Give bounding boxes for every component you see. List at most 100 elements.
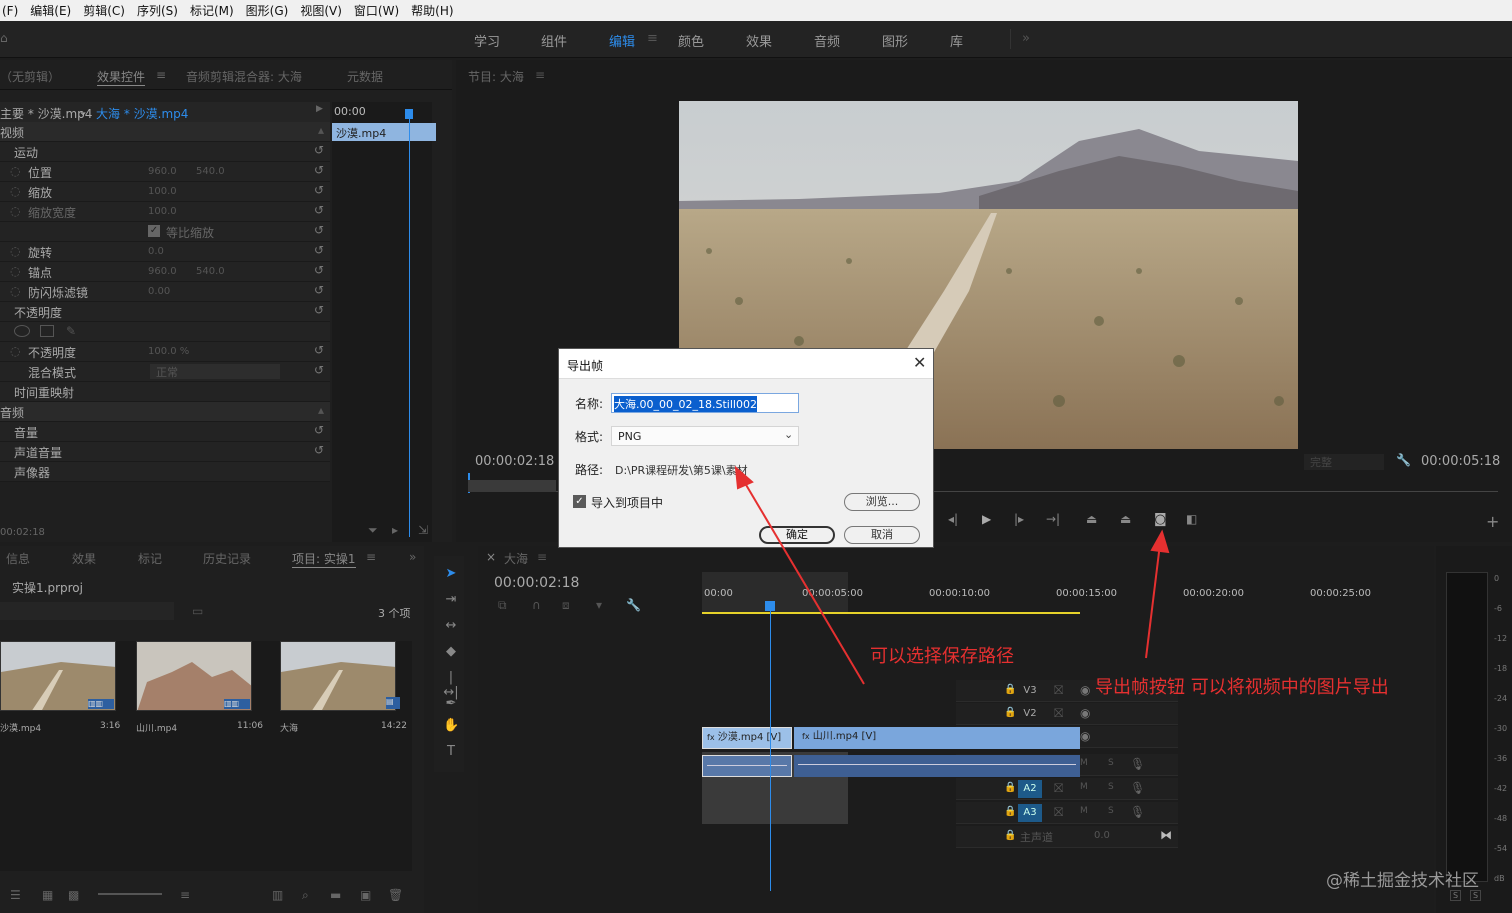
- opacity-group-label[interactable]: 不透明度: [14, 304, 62, 321]
- tab-project[interactable]: 项目: 实操1: [292, 550, 356, 568]
- tab-effect-controls[interactable]: 效果控件: [97, 68, 146, 86]
- time-ruler[interactable]: 00:00 00:00:05:00 00:00:10:00 00:00:15:0…: [702, 572, 1408, 614]
- snap-icon[interactable]: ∩: [532, 598, 541, 612]
- linked-selection-icon[interactable]: ⧈: [562, 598, 570, 613]
- project-search-input[interactable]: [0, 602, 174, 620]
- cancel-button[interactable]: 取消: [844, 526, 920, 544]
- find-icon[interactable]: ⌕: [302, 888, 309, 903]
- browse-button[interactable]: 浏览...: [844, 493, 920, 511]
- play-triangle-icon[interactable]: ▶: [316, 104, 323, 114]
- wrench-icon[interactable]: 🔧: [1396, 453, 1411, 467]
- channel-volume-label[interactable]: 声道音量: [14, 444, 62, 461]
- project-bin[interactable]: ▥▥ ▥▥ ▤ 沙漠.mp4 3:16 山川.mp4 11:06 大海 14:2…: [0, 641, 412, 871]
- go-to-end-icon[interactable]: ⧓: [1160, 828, 1172, 842]
- menu-lines-icon[interactable]: ≡: [647, 31, 658, 46]
- scale-width-value[interactable]: 100.0: [148, 206, 177, 217]
- reset-icon[interactable]: ↺: [314, 423, 324, 437]
- new-bin-icon[interactable]: ▬: [330, 888, 341, 902]
- reset-icon[interactable]: ↺: [314, 183, 324, 197]
- reset-icon[interactable]: ↺: [314, 303, 324, 317]
- tab-graphics[interactable]: 图形: [882, 31, 908, 50]
- pen-mask-icon[interactable]: ✎: [66, 324, 76, 338]
- tab-color[interactable]: 颜色: [678, 31, 704, 50]
- solo-left-button[interactable]: S: [1450, 890, 1462, 901]
- menu-graphics[interactable]: 图形(G): [246, 2, 289, 19]
- stopwatch-icon[interactable]: ◌: [10, 204, 20, 218]
- tab-history[interactable]: 历史记录: [203, 550, 251, 567]
- overflow-chevron-icon[interactable]: »: [409, 550, 416, 564]
- close-icon[interactable]: ×: [486, 550, 496, 564]
- stopwatch-icon[interactable]: ◌: [10, 244, 20, 258]
- tab-metadata[interactable]: 元数据: [347, 68, 383, 85]
- automate-icon[interactable]: ▥: [272, 888, 283, 902]
- position-y-value[interactable]: 540.0: [196, 166, 225, 177]
- stopwatch-icon[interactable]: ◌: [10, 344, 20, 358]
- reset-icon[interactable]: ↺: [314, 363, 324, 377]
- clip-mountain-video[interactable]: fx 山川.mp4 [V]: [794, 727, 1080, 749]
- name-input[interactable]: 大海.00_00_02_18.Still002: [611, 393, 799, 413]
- filter-icon[interactable]: ⏷: [368, 523, 378, 538]
- mute-icon[interactable]: M: [1080, 806, 1088, 816]
- selection-tool-icon[interactable]: ➤: [443, 566, 459, 582]
- reset-icon[interactable]: ↺: [314, 223, 324, 237]
- tab-info[interactable]: 信息: [6, 550, 30, 567]
- uniform-scale-checkbox[interactable]: ✓: [148, 225, 160, 237]
- work-area-bar[interactable]: [702, 612, 1080, 614]
- reset-icon[interactable]: ↺: [314, 203, 324, 217]
- microphone-icon[interactable]: 🎙: [1130, 805, 1145, 819]
- panner-label[interactable]: 声像器: [14, 464, 50, 481]
- mute-icon[interactable]: M: [1080, 782, 1088, 792]
- tab-effects[interactable]: 效果: [72, 550, 96, 567]
- ripple-edit-icon[interactable]: ↔: [443, 618, 459, 634]
- stopwatch-icon[interactable]: ◌: [10, 164, 20, 178]
- track-header-a2[interactable]: 🔒 A2 ⛝ M S 🎙: [956, 778, 1178, 800]
- play-icon[interactable]: ▶: [982, 512, 991, 526]
- lock-icon[interactable]: 🔒: [1004, 684, 1016, 695]
- new-bin-icon[interactable]: ▭: [192, 604, 203, 618]
- tab-editing[interactable]: 编辑: [609, 31, 635, 50]
- clip-desert-video[interactable]: fx 沙漠.mp4 [V]: [702, 727, 792, 749]
- rectangle-mask-icon[interactable]: [40, 325, 54, 337]
- slip-tool-icon[interactable]: |↔|: [443, 670, 459, 700]
- stopwatch-icon[interactable]: ◌: [10, 284, 20, 298]
- nest-icon[interactable]: ⧉: [498, 598, 507, 613]
- reset-icon[interactable]: ↺: [314, 143, 324, 157]
- menu-clip[interactable]: 剪辑(C): [83, 2, 125, 19]
- panel-menu-icon[interactable]: ≡: [366, 550, 376, 564]
- sort-icon[interactable]: ≡: [180, 888, 190, 902]
- position-x-value[interactable]: 960.0: [148, 166, 177, 177]
- export-frame-camera-icon[interactable]: ◙: [1154, 512, 1167, 527]
- microphone-icon[interactable]: 🎙: [1130, 781, 1145, 795]
- time-remap-label[interactable]: 时间重映射: [14, 384, 74, 401]
- tab-assembly[interactable]: 组件: [541, 31, 567, 50]
- ellipse-mask-icon[interactable]: [14, 325, 30, 337]
- track-label[interactable]: V2: [1018, 705, 1042, 723]
- zoom-slider[interactable]: [98, 893, 162, 895]
- eye-icon[interactable]: ◉: [1080, 706, 1090, 720]
- overflow-chevron-icon[interactable]: »: [1022, 31, 1030, 46]
- reset-icon[interactable]: ↺: [314, 243, 324, 257]
- anchor-x-value[interactable]: 960.0: [148, 266, 177, 277]
- reset-icon[interactable]: ↺: [314, 163, 324, 177]
- new-item-icon[interactable]: ▣: [360, 888, 371, 902]
- track-header-a3[interactable]: 🔒 A3 ⛝ M S 🎙: [956, 802, 1178, 824]
- microphone-icon[interactable]: 🎙: [1130, 757, 1145, 771]
- reset-icon[interactable]: ↺: [314, 263, 324, 277]
- trash-icon[interactable]: 🗑: [388, 888, 403, 902]
- menu-file[interactable]: (F): [2, 4, 18, 18]
- close-icon[interactable]: ✕: [913, 353, 926, 372]
- lift-icon[interactable]: ⏏: [1086, 512, 1097, 526]
- sequence-clip-link[interactable]: 大海 * 沙漠.mp4: [96, 105, 188, 122]
- thumbnail-sequence[interactable]: [280, 641, 396, 711]
- quality-select[interactable]: 完整: [1304, 454, 1384, 470]
- razor-icon[interactable]: ◆: [443, 644, 459, 660]
- menu-marker[interactable]: 标记(M): [190, 2, 234, 19]
- master-volume-value[interactable]: 0.0: [1094, 830, 1110, 841]
- tab-markers[interactable]: 标记: [138, 550, 162, 567]
- opacity-value[interactable]: 100.0 %: [148, 346, 189, 357]
- track-header-master[interactable]: 🔒 主声道 0.0 ⧓: [956, 826, 1178, 848]
- stopwatch-icon[interactable]: ◌: [10, 264, 20, 278]
- track-header-v2[interactable]: 🔒 V2 ⛝ ◉: [956, 703, 1178, 725]
- collapse-icon[interactable]: ▴: [318, 123, 324, 137]
- eye-icon[interactable]: ◉: [1080, 683, 1090, 697]
